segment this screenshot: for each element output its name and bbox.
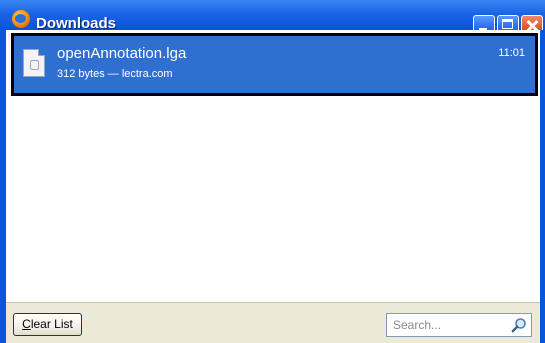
file-name: openAnnotation.lga [57, 45, 187, 62]
minimize-button[interactable] [473, 15, 495, 30]
download-time: 11:01 [498, 47, 525, 59]
bottom-toolbar: Clear List [6, 302, 540, 343]
search-box[interactable] [386, 313, 532, 337]
client-area: openAnnotation.lga 312 bytes — lectra.co… [6, 30, 540, 343]
search-input[interactable] [387, 314, 507, 336]
file-meta: 312 bytes — lectra.com [57, 68, 173, 80]
firefox-icon [12, 10, 30, 28]
download-list[interactable]: openAnnotation.lga 312 bytes — lectra.co… [6, 30, 540, 300]
download-item[interactable]: openAnnotation.lga 312 bytes — lectra.co… [11, 33, 538, 96]
search-icon[interactable] [511, 317, 527, 333]
clear-list-label: lear List [30, 317, 73, 331]
title-bar[interactable]: Downloads [0, 0, 545, 30]
close-button[interactable] [521, 15, 543, 30]
downloads-window: Downloads openAnnotation.lga 312 bytes —… [0, 0, 545, 343]
clear-list-mnemonic: C [22, 317, 31, 331]
maximize-button[interactable] [497, 15, 519, 30]
file-icon [23, 49, 45, 77]
window-title: Downloads [36, 15, 117, 30]
clear-list-button[interactable]: Clear List [13, 313, 82, 336]
